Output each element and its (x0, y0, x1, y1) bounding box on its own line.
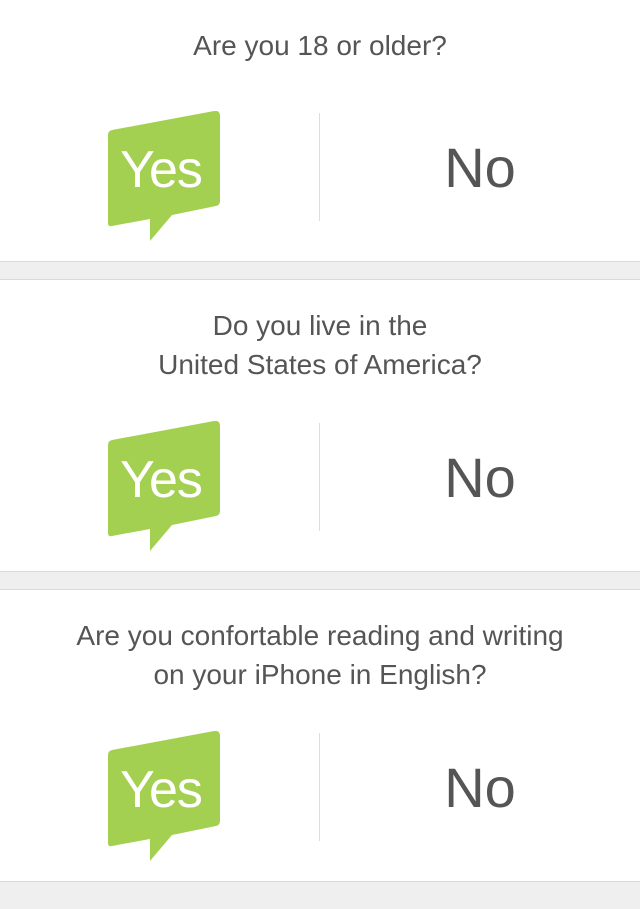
answer-row: Yes No (0, 111, 640, 241)
question-line: Are you 18 or older? (193, 30, 447, 61)
yes-label: Yes (120, 451, 203, 509)
yes-button[interactable]: Yes (100, 111, 222, 241)
no-button[interactable]: No (360, 753, 600, 823)
yes-label: Yes (120, 761, 203, 819)
yes-button[interactable]: Yes (100, 421, 222, 551)
question-line: Are you confortable reading and writing (76, 620, 564, 651)
question-card-age: Are you 18 or older? Yes No (0, 0, 640, 262)
yes-label: Yes (120, 141, 203, 199)
divider (319, 733, 320, 841)
answer-row: Yes No (0, 421, 640, 551)
no-button[interactable]: No (360, 133, 600, 203)
divider (319, 423, 320, 531)
question-line: United States of America? (158, 349, 482, 380)
answer-row: Yes No (0, 731, 640, 861)
question-card-residence: Do you live in the United States of Amer… (0, 279, 640, 572)
no-button[interactable]: No (360, 443, 600, 513)
question-text: Do you live in the United States of Amer… (0, 306, 640, 384)
question-text: Are you 18 or older? (0, 26, 640, 65)
questionnaire-screen: Are you 18 or older? Yes No Do you live … (0, 0, 640, 909)
question-line: Do you live in the (212, 310, 428, 341)
question-text: Are you confortable reading and writing … (0, 616, 640, 694)
question-line: on your iPhone in English? (153, 659, 487, 690)
yes-button[interactable]: Yes (100, 731, 222, 861)
divider (319, 113, 320, 221)
question-card-english: Are you confortable reading and writing … (0, 589, 640, 882)
